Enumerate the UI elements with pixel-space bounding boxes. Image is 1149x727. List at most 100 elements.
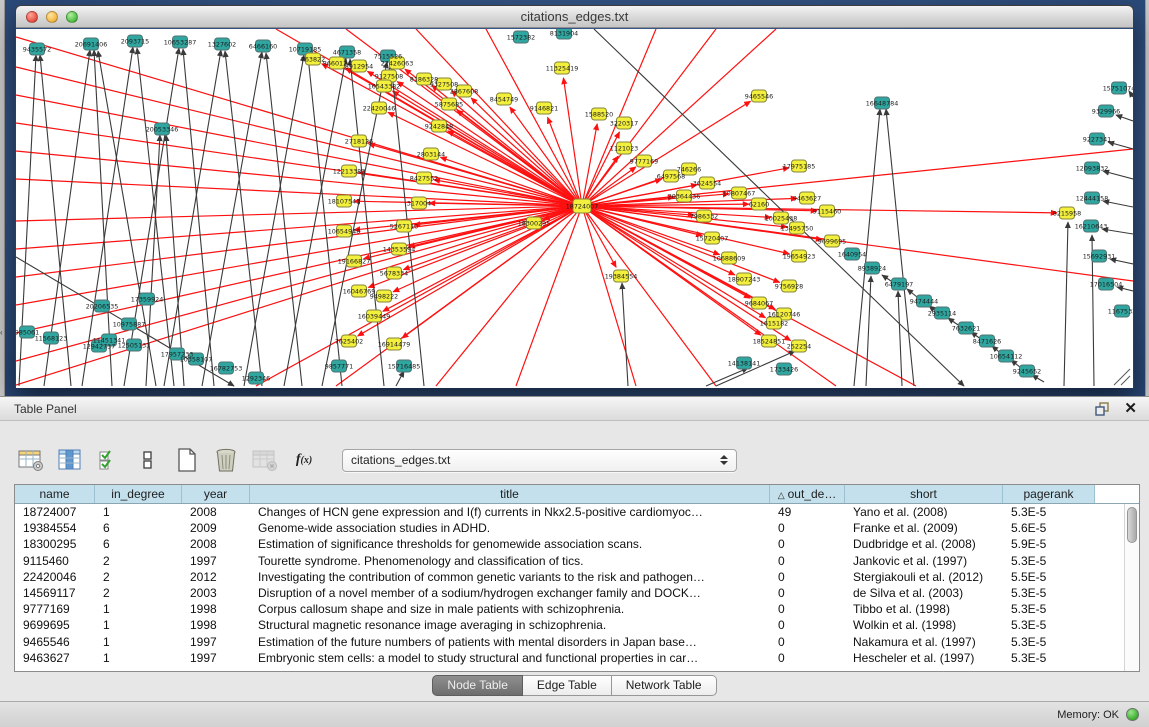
table-cell[interactable]: Wolkin et al. (1998) xyxy=(845,617,1003,633)
close-button[interactable] xyxy=(26,11,38,23)
table-cell[interactable]: 9465546 xyxy=(15,634,95,650)
new-document-icon[interactable] xyxy=(172,445,202,475)
column-header-year[interactable]: year xyxy=(182,485,250,503)
table-row[interactable]: 1872400712008Changes of HCN gene express… xyxy=(15,504,1139,520)
column-header-name[interactable]: name xyxy=(15,485,95,503)
table-cell[interactable]: Structural magnetic resonance image aver… xyxy=(250,617,770,633)
import-table-icon[interactable] xyxy=(250,445,280,475)
table-cell[interactable]: 9699695 xyxy=(15,617,95,633)
table-cell[interactable]: 18724007 xyxy=(15,504,95,520)
table-cell[interactable]: 1 xyxy=(95,504,182,520)
table-cell[interactable]: 5.3E-5 xyxy=(1003,504,1095,520)
graph-edge-selected[interactable] xyxy=(563,78,582,206)
table-cell[interactable]: 1 xyxy=(95,650,182,666)
select-columns-icon[interactable] xyxy=(94,445,124,475)
float-window-icon[interactable] xyxy=(1094,401,1110,417)
table-row[interactable]: 911546021997Tourette syndrome. Phenomeno… xyxy=(15,553,1139,569)
table-cell[interactable]: 0 xyxy=(770,634,845,650)
table-cell[interactable]: 0 xyxy=(770,520,845,536)
table-cell[interactable]: Estimation of the future numbers of pati… xyxy=(250,634,770,650)
table-cell[interactable]: Embryonic stem cells: a model to study s… xyxy=(250,650,770,666)
table-cell[interactable]: 5.3E-5 xyxy=(1003,585,1095,601)
table-cell[interactable]: 1998 xyxy=(182,601,250,617)
table-cell[interactable]: 1 xyxy=(95,601,182,617)
resize-grip[interactable] xyxy=(1114,369,1130,385)
table-cell[interactable]: 5.3E-5 xyxy=(1003,553,1095,569)
graph-edge[interactable] xyxy=(854,109,880,386)
column-header-in_degree[interactable]: in_degree xyxy=(95,485,182,503)
table-cell[interactable]: 1 xyxy=(95,634,182,650)
table-cell[interactable]: 5.3E-5 xyxy=(1003,634,1095,650)
table-cell[interactable]: 2003 xyxy=(182,585,250,601)
table-row[interactable]: 1938455462009Genome-wide association stu… xyxy=(15,520,1139,536)
left-splitter-gutter[interactable]: ‹ xyxy=(0,0,5,396)
column-header-title[interactable]: title xyxy=(250,485,770,503)
window-titlebar[interactable]: citations_edges.txt xyxy=(16,6,1133,28)
graph-edge[interactable] xyxy=(396,371,404,386)
graph-edge-selected[interactable] xyxy=(16,206,582,277)
graph-edge[interactable] xyxy=(1108,142,1133,149)
table-cell[interactable]: Nakamura et al. (1997) xyxy=(845,634,1003,650)
graph-edge-selected[interactable] xyxy=(582,206,716,386)
table-cell[interactable]: Corpus callosum shape and size in male p… xyxy=(250,601,770,617)
table-cell[interactable]: 2008 xyxy=(182,536,250,552)
table-row[interactable]: 969969511998Structural magnetic resonanc… xyxy=(15,617,1139,633)
row-height-icon[interactable] xyxy=(133,445,163,475)
table-cell[interactable]: Stergiakouli et al. (2012) xyxy=(845,569,1003,585)
graph-edge-selected[interactable] xyxy=(436,206,582,386)
table-cell[interactable]: 1997 xyxy=(182,650,250,666)
tab-edge-table[interactable]: Edge Table xyxy=(523,675,612,696)
table-cell[interactable]: Yano et al. (2008) xyxy=(845,504,1003,520)
table-cell[interactable]: 18300295 xyxy=(15,536,95,552)
table-cell[interactable]: 2008 xyxy=(182,504,250,520)
table-cell[interactable]: 1 xyxy=(95,617,182,633)
table-cell[interactable]: 14569117 xyxy=(15,585,95,601)
delete-table-icon[interactable] xyxy=(211,445,241,475)
table-cell[interactable]: Dudbridge et al. (2008) xyxy=(845,536,1003,552)
graph-edge[interactable] xyxy=(225,51,262,386)
table-cell[interactable]: de Silva et al. (2003) xyxy=(845,585,1003,601)
table-cell[interactable]: Franke et al. (2009) xyxy=(845,520,1003,536)
table-cell[interactable]: 0 xyxy=(770,585,845,601)
graph-edge[interactable] xyxy=(183,49,214,386)
table-cell[interactable]: Tibbo et al. (1998) xyxy=(845,601,1003,617)
table-cell[interactable]: 1997 xyxy=(182,634,250,650)
table-cell[interactable]: 5.9E-5 xyxy=(1003,536,1095,552)
graph-edge-selected[interactable] xyxy=(16,206,582,333)
right-splitter-gutter[interactable] xyxy=(1145,0,1149,396)
graph-edge[interactable] xyxy=(1116,115,1133,121)
table-cell[interactable]: 5.3E-5 xyxy=(1003,601,1095,617)
column-header-out_de[interactable]: △out_de… xyxy=(770,485,845,503)
graph-edge[interactable] xyxy=(1064,222,1068,386)
table-row[interactable]: 1456911722003Disruption of a novel membe… xyxy=(15,585,1139,601)
table-cell[interactable]: 0 xyxy=(770,617,845,633)
table-cell[interactable]: 9777169 xyxy=(15,601,95,617)
table-row[interactable]: 2242004622012Investigating the contribut… xyxy=(15,569,1139,585)
table-cell[interactable]: 5.3E-5 xyxy=(1003,650,1095,666)
column-header-pagerank[interactable]: pagerank xyxy=(1003,485,1095,503)
table-cell[interactable]: 22420046 xyxy=(15,569,95,585)
tab-network-table[interactable]: Network Table xyxy=(612,675,717,696)
tab-node-table[interactable]: Node Table xyxy=(432,675,523,696)
table-row[interactable]: 1830029562008Estimation of significance … xyxy=(15,536,1139,552)
graph-edge-selected[interactable] xyxy=(516,206,582,386)
graph-edge[interactable] xyxy=(266,53,302,386)
splitter-collapse-icon[interactable]: ‹ xyxy=(0,328,3,337)
table-row[interactable]: 977716911998Corpus callosum shape and si… xyxy=(15,601,1139,617)
table-cell[interactable]: 1998 xyxy=(182,617,250,633)
table-settings-icon[interactable] xyxy=(16,445,46,475)
graph-edge-selected[interactable] xyxy=(16,95,582,206)
table-cell[interactable]: 0 xyxy=(770,601,845,617)
close-icon[interactable]: ✕ xyxy=(1124,397,1137,421)
table-cell[interactable]: 0 xyxy=(770,569,845,585)
table-cell[interactable]: 5.5E-5 xyxy=(1003,569,1095,585)
table-cell[interactable]: 9115460 xyxy=(15,553,95,569)
table-row[interactable]: 946362711997Embryonic stem cells: a mode… xyxy=(15,650,1139,666)
minimize-button[interactable] xyxy=(46,11,58,23)
network-canvas-svg[interactable]: 9435572206914062093715106532871327602646… xyxy=(16,29,1133,388)
table-cell[interactable]: Changes of HCN gene expression and I(f) … xyxy=(250,504,770,520)
table-cell[interactable]: 2 xyxy=(95,585,182,601)
table-cell[interactable]: 0 xyxy=(770,650,845,666)
table-selector-dropdown[interactable]: citations_edges.txt xyxy=(342,449,737,472)
table-cell[interactable]: 2 xyxy=(95,569,182,585)
